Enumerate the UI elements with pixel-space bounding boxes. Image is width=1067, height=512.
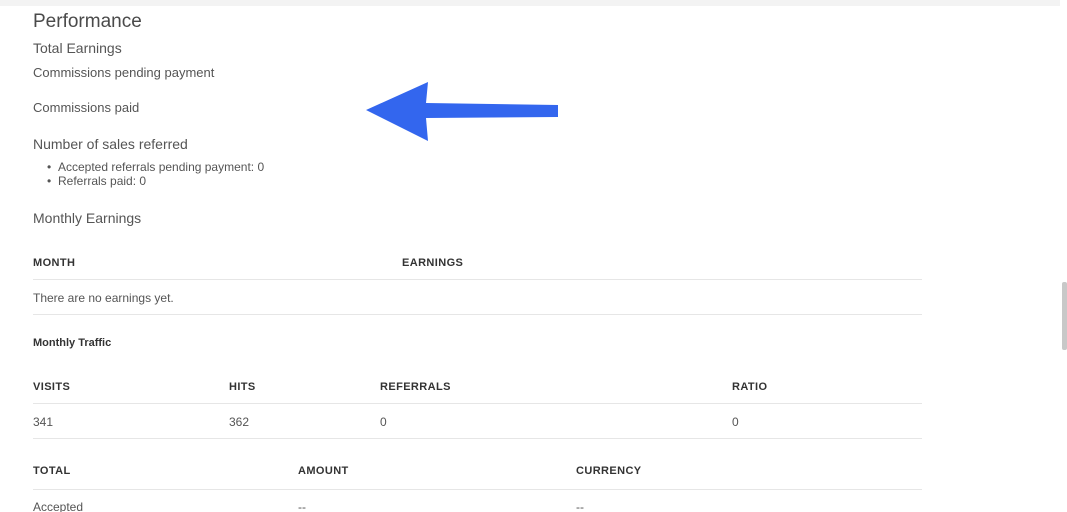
table-divider	[33, 489, 922, 490]
total-row-label: Accepted	[33, 500, 84, 512]
column-header-total: TOTAL	[33, 465, 71, 477]
scrollbar[interactable]	[1060, 0, 1067, 512]
top-border	[0, 0, 1060, 6]
list-item: Referrals paid: 0	[47, 174, 264, 188]
referral-stats-list: Accepted referrals pending payment: 0 Re…	[47, 160, 264, 188]
table-divider	[33, 403, 922, 404]
sales-referred-heading: Number of sales referred	[33, 136, 188, 152]
table-divider	[33, 314, 922, 315]
column-header-referrals: REFERRALS	[380, 381, 451, 393]
column-header-hits: HITS	[229, 381, 256, 393]
total-row-currency: --	[576, 500, 584, 512]
column-header-month: MONTH	[33, 257, 76, 269]
list-item: Accepted referrals pending payment: 0	[47, 160, 264, 174]
left-arrow-icon	[366, 82, 558, 141]
page-title: Performance	[33, 11, 142, 32]
ratio-value: 0	[732, 415, 739, 429]
commissions-pending-label: Commissions pending payment	[33, 65, 215, 80]
hits-value: 362	[229, 415, 250, 429]
column-header-ratio: RATIO	[732, 381, 768, 393]
scrollbar-thumb[interactable]	[1062, 282, 1067, 350]
column-header-visits: VISITS	[33, 381, 71, 393]
monthly-earnings-heading: Monthly Earnings	[33, 210, 142, 226]
column-header-amount: AMOUNT	[298, 465, 349, 477]
total-earnings-label: Total Earnings	[33, 40, 122, 56]
table-divider	[33, 279, 922, 280]
table-divider	[33, 438, 922, 439]
monthly-traffic-heading: Monthly Traffic	[33, 337, 112, 349]
commissions-paid-label: Commissions paid	[33, 100, 140, 115]
column-header-currency: CURRENCY	[576, 465, 642, 477]
column-header-earnings: EARNINGS	[402, 257, 464, 269]
empty-earnings-message: There are no earnings yet.	[33, 291, 174, 305]
total-row-amount: --	[298, 500, 306, 512]
referrals-value: 0	[380, 415, 387, 429]
visits-value: 341	[33, 415, 54, 429]
